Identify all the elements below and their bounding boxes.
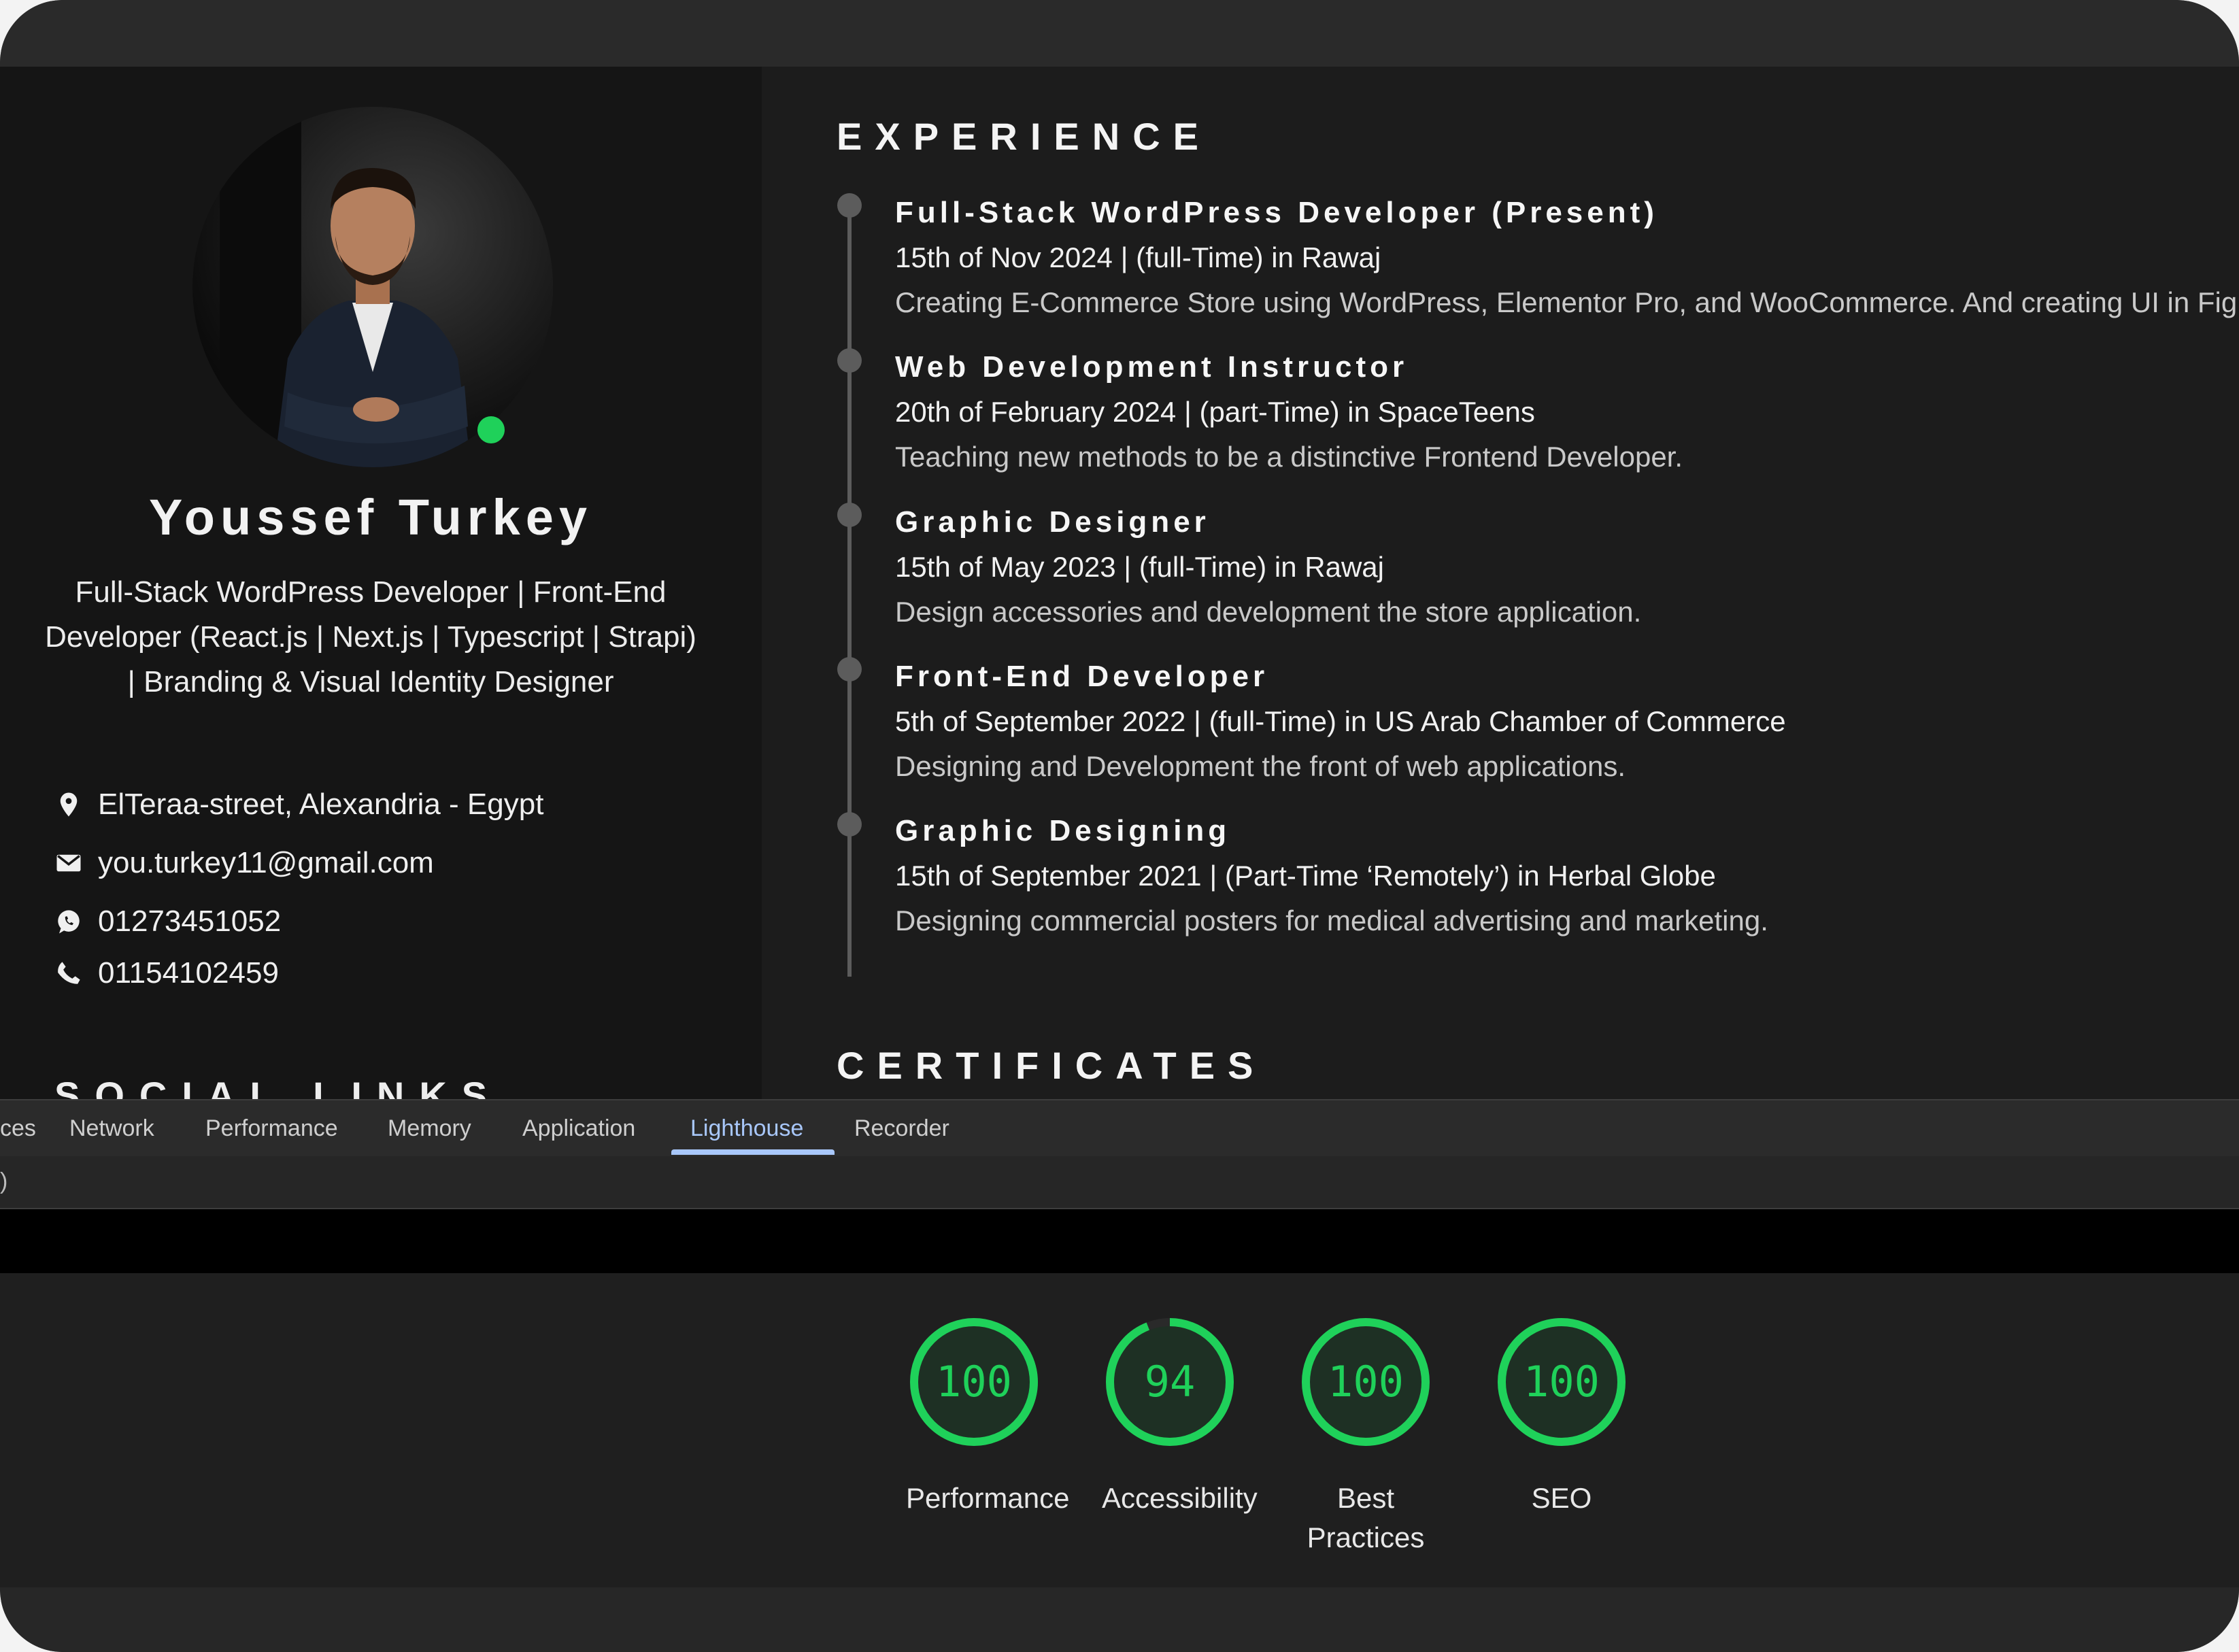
browser-top-bar — [0, 0, 2239, 67]
phone-icon — [58, 962, 80, 984]
job-meta: 5th of September 2022 | (full-Time) in U… — [895, 705, 1786, 737]
headline-line: Developer (React.js | Next.js | Typescri… — [45, 620, 696, 654]
devtools-bottom-bar — [0, 1587, 2239, 1652]
tab-application[interactable]: Application — [522, 1100, 635, 1156]
whatsapp-icon — [58, 910, 80, 934]
job-meta: 15th of September 2021 | (Part-Time ‘Rem… — [895, 860, 1716, 892]
job-meta: 20th of February 2024 | (part-Time) in S… — [895, 396, 1535, 428]
tab-lighthouse[interactable]: Lighthouse — [690, 1100, 803, 1156]
score-value: 100 — [1328, 1357, 1404, 1406]
score-label: Accessibility — [1102, 1482, 1258, 1514]
devtools-tab-bar: ces Network Performance Memory Applicati… — [0, 1099, 2239, 1158]
contact-location: ElTeraa-street, Alexandria - Egypt — [54, 788, 543, 822]
experience-item: Front-End Developer 5th of September 202… — [895, 654, 2239, 789]
experience-item: Full-Stack WordPress Developer (Present)… — [895, 190, 2239, 325]
contact-whatsapp[interactable]: 01273451052 — [54, 905, 281, 939]
experience-item: Graphic Designer 15th of May 2023 | (ful… — [895, 500, 2239, 635]
report-header-band — [0, 1209, 2239, 1273]
timeline-dot — [837, 503, 862, 527]
profile-photo — [192, 107, 553, 467]
timeline-dot — [837, 348, 862, 373]
job-title: Front-End Developer — [895, 660, 1269, 693]
tab-performance[interactable]: Performance — [205, 1100, 338, 1156]
profile-sidebar: Youssef Turkey Full-Stack WordPress Deve… — [0, 67, 762, 1099]
job-title: Graphic Designing — [895, 814, 1231, 847]
phone-number[interactable]: 01154102459 — [98, 956, 279, 990]
email-text[interactable]: you.turkey11@gmail.com — [98, 846, 434, 880]
job-description: Teaching new methods to be a distinctive… — [895, 441, 1683, 473]
score-gauge-accessibility[interactable]: 94 Accessibility — [1102, 1314, 1258, 1518]
timeline-dot — [837, 193, 862, 218]
screenshot-frame: Youssef Turkey Full-Stack WordPress Deve… — [0, 0, 2239, 1652]
job-meta: 15th of May 2023 | (full-Time) in Rawaj — [895, 551, 1384, 583]
timeline-dot — [837, 657, 862, 681]
profile-name: Youssef Turkey — [148, 489, 593, 545]
whatsapp-number[interactable]: 01273451052 — [98, 905, 281, 939]
score-label: SEO — [1531, 1482, 1592, 1514]
profile-headline: Full-Stack WordPress Developer | Front-E… — [41, 570, 701, 705]
certificates-heading: CERTIFICATES — [837, 1044, 1266, 1087]
score-value: 100 — [1523, 1357, 1600, 1406]
location-text: ElTeraa-street, Alexandria - Egypt — [98, 788, 544, 821]
job-description: Creating E-Commerce Store using WordPres… — [895, 286, 2238, 318]
score-gauge-performance[interactable]: 100 Performance — [906, 1314, 1070, 1518]
headline-line: Full-Stack WordPress Developer | Front-E… — [75, 575, 667, 609]
lighthouse-report: 100 Performance 94 Accessibility 100 Bes… — [0, 1273, 2239, 1589]
experience-item: Graphic Designing 15th of September 2021… — [895, 809, 2239, 943]
experience-item: Web Development Instructor 20th of Febru… — [895, 345, 2239, 479]
tab-memory[interactable]: Memory — [388, 1100, 471, 1156]
avatar — [192, 107, 553, 467]
score-label: Best Practices — [1307, 1482, 1425, 1553]
experience-heading: EXPERIENCE — [837, 115, 1211, 158]
active-tab-indicator — [671, 1149, 835, 1155]
score-value: 94 — [1144, 1357, 1196, 1406]
job-description: Designing and Development the front of w… — [895, 750, 1626, 782]
score-gauge-best-practices[interactable]: 100 Best Practices — [1298, 1314, 1434, 1557]
toolbar-fragment: ) — [0, 1168, 8, 1194]
tab-network[interactable]: Network — [69, 1100, 154, 1156]
portfolio-page: Youssef Turkey Full-Stack WordPress Deve… — [0, 67, 2239, 1099]
timeline-line — [847, 196, 852, 977]
social-links-heading: SOCIAL LINKS — [54, 1074, 503, 1099]
timeline-dot — [837, 812, 862, 837]
job-description: Design accessories and development the s… — [895, 596, 1642, 628]
location-pin-icon — [60, 792, 78, 817]
job-meta: 15th of Nov 2024 | (full-Time) in Rawaj — [895, 241, 1381, 273]
envelope-icon — [56, 854, 81, 872]
online-status-dot — [477, 416, 505, 443]
job-title: Web Development Instructor — [895, 350, 1409, 384]
devtools-toolbar: ) — [0, 1156, 2239, 1209]
job-description: Designing commercial posters for medical… — [895, 905, 1768, 937]
job-title: Graphic Designer — [895, 505, 1210, 539]
score-label: Performance — [906, 1482, 1070, 1514]
tab-sources-partial[interactable]: ces — [0, 1100, 36, 1156]
job-title: Full-Stack WordPress Developer (Present) — [895, 196, 1658, 229]
score-value: 100 — [936, 1357, 1012, 1406]
tab-recorder[interactable]: Recorder — [854, 1100, 949, 1156]
contact-phone[interactable]: 01154102459 — [54, 956, 279, 990]
headline-line: | Branding & Visual Identity Designer — [127, 665, 614, 698]
main-content: EXPERIENCE Full-Stack WordPress Develope… — [762, 67, 2239, 1099]
contact-email[interactable]: you.turkey11@gmail.com — [54, 846, 434, 880]
score-gauge-seo[interactable]: 100 SEO — [1494, 1314, 1630, 1518]
